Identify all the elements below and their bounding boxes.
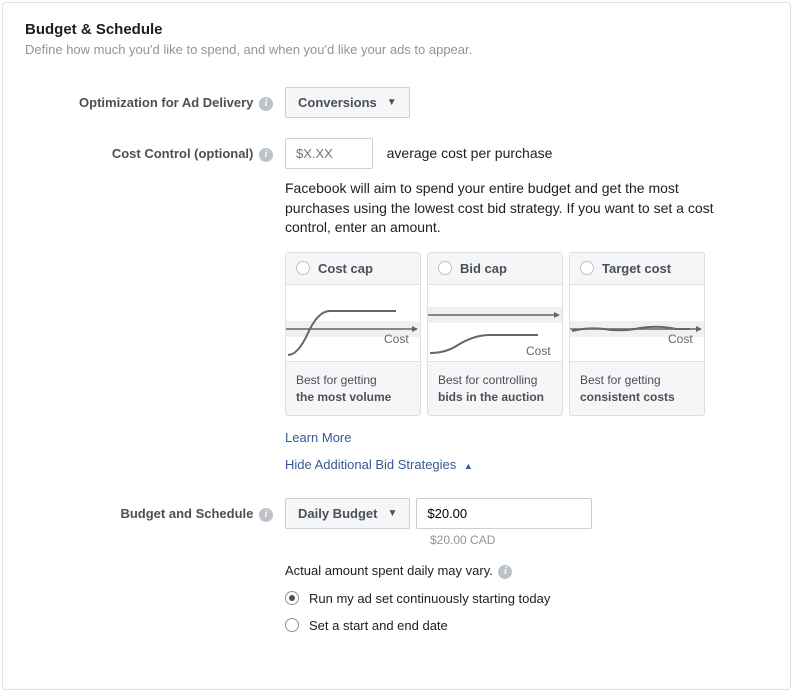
hide-strategies-link[interactable]: Hide Additional Bid Strategies ▲ [285,457,473,472]
learn-more-link[interactable]: Learn More [285,430,351,445]
card-foot: Best for getting the most volume [286,361,420,416]
card-graph: Cost [286,285,420,361]
optimization-label-col: Optimization for Ad Delivery i [25,87,285,118]
card-desc1: Best for getting [296,373,377,387]
cost-control-ctrl: average cost per purchase Facebook will … [285,138,768,478]
card-desc1: Best for getting [580,373,661,387]
info-icon[interactable]: i [259,148,273,162]
radio-icon [285,591,299,605]
radio-icon [296,261,310,275]
budget-amount-input[interactable] [416,498,592,529]
cost-control-help: Facebook will aim to spend your entire b… [285,179,715,238]
schedule-continuous-radio[interactable]: Run my ad set continuously starting toda… [285,591,768,606]
budget-label: Budget and Schedule [120,506,253,521]
card-title: Target cost [602,261,671,276]
optimization-value: Conversions [298,95,377,110]
svg-text:Cost: Cost [668,332,693,346]
schedule-continuous-label: Run my ad set continuously starting toda… [309,591,550,606]
budget-label-col: Budget and Schedule i [25,498,285,633]
card-desc1: Best for controlling [438,373,537,387]
vary-text-row: Actual amount spent daily may vary. i [285,563,768,579]
strategy-card-cost-cap[interactable]: Cost cap Cost Best for getting t [285,252,421,417]
card-desc2: bids in the auction [438,389,552,406]
schedule-startend-radio[interactable]: Set a start and end date [285,618,768,633]
card-graph: Cost [428,285,562,361]
hide-strategies-label: Hide Additional Bid Strategies [285,457,456,472]
card-foot: Best for controlling bids in the auction [428,361,562,416]
radio-icon [285,618,299,632]
link-row: Learn More Hide Additional Bid Strategie… [285,430,768,478]
caret-up-icon: ▲ [464,461,473,471]
card-head: Cost cap [286,253,420,285]
strategy-cards: Cost cap Cost Best for getting t [285,252,768,417]
budget-schedule-row: Budget and Schedule i Daily Budget ▼ $20… [25,498,768,633]
card-head: Target cost [570,253,704,285]
svg-text:Cost: Cost [526,344,551,358]
cost-control-row: Cost Control (optional) i average cost p… [25,138,768,478]
card-desc2: the most volume [296,389,410,406]
cost-control-label: Cost Control (optional) [112,146,254,161]
card-head: Bid cap [428,253,562,285]
section-subtitle: Define how much you'd like to spend, and… [25,42,768,57]
budget-type-select[interactable]: Daily Budget ▼ [285,498,410,529]
section-title: Budget & Schedule [25,21,768,38]
strategy-card-bid-cap[interactable]: Bid cap Cost Best for controlling [427,252,563,417]
card-foot: Best for getting consistent costs [570,361,704,416]
budget-schedule-panel: Budget & Schedule Define how much you'd … [2,2,791,690]
card-title: Cost cap [318,261,373,276]
card-title: Bid cap [460,261,507,276]
vary-text: Actual amount spent daily may vary. [285,563,493,578]
card-graph: Cost [570,285,704,361]
card-desc2: consistent costs [580,389,694,406]
radio-icon [580,261,594,275]
cost-control-inline: average cost per purchase [387,145,553,161]
caret-down-icon: ▼ [387,508,397,519]
info-icon[interactable]: i [259,508,273,522]
cost-control-label-col: Cost Control (optional) i [25,138,285,478]
optimization-select[interactable]: Conversions ▼ [285,87,410,118]
svg-text:Cost: Cost [384,332,409,346]
budget-converted: $20.00 CAD [430,533,768,547]
schedule-startend-label: Set a start and end date [309,618,448,633]
budget-ctrl: Daily Budget ▼ $20.00 CAD Actual amount … [285,498,768,633]
optimization-label: Optimization for Ad Delivery [79,95,253,110]
optimization-row: Optimization for Ad Delivery i Conversio… [25,87,768,118]
info-icon[interactable]: i [498,565,512,579]
cost-control-input[interactable] [285,138,373,169]
optimization-ctrl: Conversions ▼ [285,87,768,118]
budget-type-value: Daily Budget [298,506,377,521]
radio-icon [438,261,452,275]
caret-down-icon: ▼ [387,97,397,108]
info-icon[interactable]: i [259,97,273,111]
strategy-card-target-cost[interactable]: Target cost Cost Best for getting [569,252,705,417]
